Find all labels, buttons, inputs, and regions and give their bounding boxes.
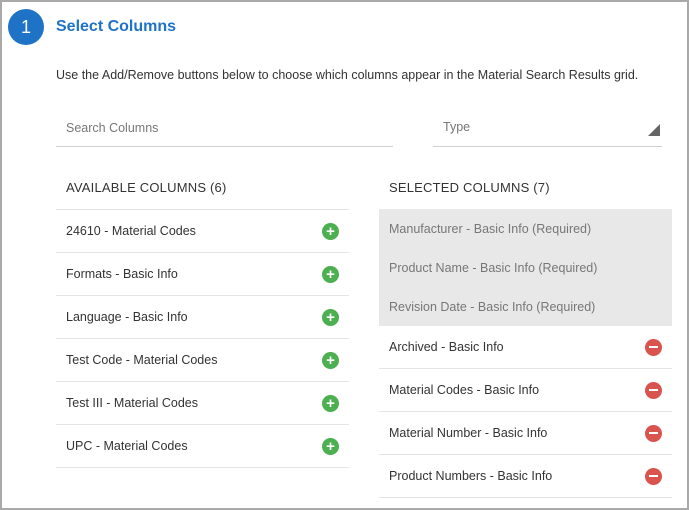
search-input[interactable] (56, 110, 393, 146)
list-item: Material Codes - Basic Info (379, 369, 672, 412)
list-item: Product Numbers - Basic Info (379, 455, 672, 498)
step-number-badge: 1 (8, 9, 44, 45)
required-column-item: Revision Date - Basic Info (Required) (379, 287, 672, 326)
list-item: Formats - Basic Info + (56, 252, 349, 295)
list-item: UPC - Material Codes + (56, 424, 349, 468)
required-column-label: Revision Date - Basic Info (Required) (389, 299, 596, 314)
list-item: Test Code - Material Codes + (56, 338, 349, 381)
remove-icon[interactable] (645, 467, 662, 485)
list-item: Language - Basic Info + (56, 295, 349, 338)
list-item: Material Number - Basic Info (379, 412, 672, 455)
required-column-item: Manufacturer - Basic Info (Required) (379, 209, 672, 248)
selected-column-label: Material Codes - Basic Info (389, 383, 540, 397)
add-icon[interactable]: + (322, 437, 339, 455)
available-column-label: UPC - Material Codes (66, 439, 188, 453)
selected-columns-header: SELECTED COLUMNS (7) (389, 180, 550, 195)
available-column-label: Test Code - Material Codes (66, 353, 218, 367)
required-column-label: Manufacturer - Basic Info (Required) (389, 221, 592, 236)
add-icon[interactable]: + (322, 222, 339, 240)
list-item: Test III - Material Codes + (56, 381, 349, 424)
available-columns-list: 24610 - Material Codes + Formats - Basic… (56, 209, 349, 468)
required-column-item: Product Name - Basic Info (Required) (379, 248, 672, 287)
remove-icon[interactable] (645, 338, 662, 356)
list-item: Archived - Basic Info (379, 326, 672, 369)
selected-columns-list: Manufacturer - Basic Info (Required) Pro… (379, 209, 672, 498)
available-column-label: Language - Basic Info (66, 310, 188, 324)
add-icon[interactable]: + (322, 394, 339, 412)
remove-icon[interactable] (645, 381, 662, 399)
selected-column-label: Material Number - Basic Info (389, 426, 548, 440)
instructions-text: Use the Add/Remove buttons below to choo… (56, 68, 639, 82)
type-dropdown-label: Type (443, 120, 471, 134)
dropdown-caret-icon (648, 124, 660, 136)
available-column-label: Test III - Material Codes (66, 396, 198, 410)
type-dropdown[interactable]: Type (433, 110, 662, 147)
available-column-label: Formats - Basic Info (66, 267, 178, 281)
list-item: 24610 - Material Codes + (56, 209, 349, 252)
section-title: Select Columns (56, 18, 177, 35)
add-icon[interactable]: + (322, 265, 339, 283)
remove-icon[interactable] (645, 424, 662, 442)
add-icon[interactable]: + (322, 351, 339, 369)
required-column-label: Product Name - Basic Info (Required) (389, 260, 598, 275)
search-field (56, 110, 393, 147)
add-icon[interactable]: + (322, 308, 339, 326)
available-column-label: 24610 - Material Codes (66, 224, 196, 238)
selected-column-label: Archived - Basic Info (389, 340, 504, 354)
available-columns-header: AVAILABLE COLUMNS (6) (66, 180, 227, 195)
column-selector-panel: 1 Select Columns Use the Add/Remove butt… (0, 0, 689, 510)
selected-column-label: Product Numbers - Basic Info (389, 469, 553, 483)
